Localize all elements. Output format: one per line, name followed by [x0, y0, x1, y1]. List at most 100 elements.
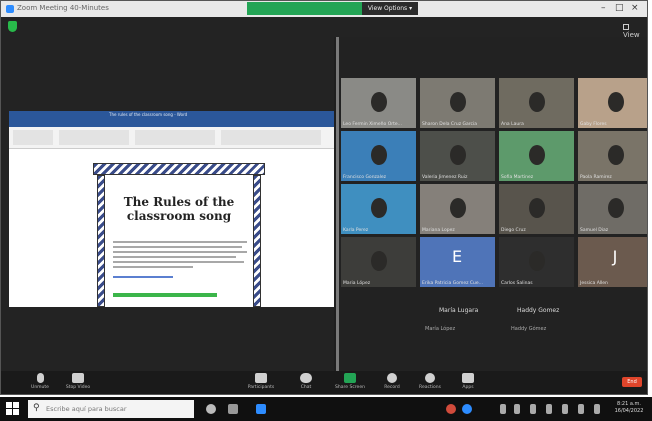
participant-tile[interactable]: Maria López	[341, 237, 416, 287]
share-screen-button[interactable]: Share Screen	[331, 373, 369, 390]
participant-tile[interactable]: E Erika Patricia Gomez Cue...	[420, 237, 495, 287]
clock-time: 8:21 a.m.	[617, 401, 641, 407]
microphone-icon	[36, 373, 44, 383]
ribbon-group	[13, 130, 53, 145]
unmute-label: Unmute	[31, 385, 49, 390]
zoom-taskbar-icon[interactable]	[256, 404, 266, 414]
participant-tile[interactable]: Carlos Salinas	[499, 237, 574, 287]
participant-video	[371, 198, 387, 218]
audio-participant-name: María Lugara	[439, 307, 479, 314]
task-view-icon[interactable]	[228, 404, 238, 414]
participant-name: Francisco Gonzalez	[343, 175, 387, 180]
chat-label: Chat	[300, 385, 312, 390]
volume-icon[interactable]	[594, 404, 600, 414]
taskbar-clock[interactable]: 8:21 a.m. 16/04/2022	[612, 401, 646, 415]
doc-title: The rules of the classroom song - Word	[109, 112, 188, 117]
participant-video	[371, 145, 387, 165]
record-label: Record	[384, 385, 400, 390]
apps-button[interactable]: Apps	[455, 373, 481, 390]
participant-tile[interactable]: Paola Ramirez	[578, 131, 647, 181]
audio-participant-name: Haddy Gomez	[517, 307, 560, 314]
taskbar-search-box[interactable]: ⚲	[28, 400, 194, 418]
participant-gallery: Leo Fermin Ximeño Orte... Sharon Dela Cr…	[339, 37, 647, 371]
participant-video	[450, 145, 466, 165]
tray-icon[interactable]	[514, 404, 520, 414]
tray-icon[interactable]	[530, 404, 536, 414]
participant-name: Valeria Jimenez Ruiz	[422, 175, 468, 180]
chat-button[interactable]: Chat	[293, 373, 319, 390]
participant-video	[608, 92, 624, 112]
participant-video	[608, 145, 624, 165]
word-ribbon	[9, 127, 334, 149]
participant-video	[529, 92, 545, 112]
participant-video	[529, 251, 545, 271]
share-screen-label: Share Screen	[335, 385, 365, 390]
unmute-button[interactable]: Unmute	[25, 373, 55, 390]
view-options-button[interactable]: View Options ▾	[362, 2, 418, 15]
reactions-icon	[425, 373, 435, 383]
zoom-app-taskbar-icon[interactable]	[462, 404, 472, 414]
participant-video	[529, 198, 545, 218]
ribbon-group	[135, 130, 215, 145]
shared-word-document: The rules of the classroom song - Word F…	[9, 111, 334, 307]
tray-icon[interactable]	[500, 404, 506, 414]
participants-icon	[255, 373, 267, 383]
participant-tile[interactable]: Leo Fermin Ximeño Orte...	[341, 78, 416, 128]
participant-tile[interactable]: Mariana Lopez	[420, 184, 495, 234]
audio-participant-subname: María López	[425, 326, 456, 332]
cortana-icon[interactable]	[206, 404, 216, 414]
participant-tile[interactable]: Gaby Flores	[578, 78, 647, 128]
participant-video	[608, 198, 624, 218]
chat-icon	[300, 373, 312, 383]
stop-video-label: Stop Video	[65, 385, 91, 390]
participant-tile[interactable]: Sofia Martinez	[499, 131, 574, 181]
wifi-icon[interactable]	[578, 404, 584, 414]
participants-button[interactable]: Participants	[241, 373, 281, 390]
record-button[interactable]: Record	[379, 373, 405, 390]
participant-name: Samuel Diaz	[580, 228, 609, 233]
maximize-icon[interactable]: □	[615, 3, 624, 13]
song-body-text	[113, 241, 247, 271]
video-camera-icon	[72, 373, 84, 383]
reactions-button[interactable]: Reactions	[415, 373, 445, 390]
participant-name: Leo Fermin Ximeño Orte...	[343, 122, 402, 127]
participant-video	[371, 251, 387, 271]
document-link[interactable]	[113, 276, 173, 278]
chrome-icon[interactable]	[446, 404, 456, 414]
participant-name: Karla Perez	[343, 228, 369, 233]
tray-icon[interactable]	[562, 404, 568, 414]
participant-tile[interactable]: J Jessica Allen	[578, 237, 647, 287]
participant-name: Diego Cruz	[501, 228, 526, 233]
participant-tile[interactable]: Samuel Diaz	[578, 184, 647, 234]
meeting-toolbar: Unmute Stop Video Participants Chat Shar…	[1, 371, 647, 394]
screen-share-banner	[247, 2, 362, 15]
taskbar-search-input[interactable]	[46, 403, 186, 415]
participant-tile[interactable]: Karla Perez	[341, 184, 416, 234]
record-icon	[387, 373, 397, 383]
close-icon[interactable]: ×	[631, 3, 639, 13]
participants-label: Participants	[247, 385, 275, 390]
participant-tile[interactable]: Ana Laura	[499, 78, 574, 128]
green-highlight-bar	[113, 293, 217, 297]
minimize-icon[interactable]: –	[601, 3, 606, 13]
word-ribbon-tabs: File Home Insert Design Layout Reference…	[9, 120, 334, 136]
clock-date: 16/04/2022	[614, 408, 644, 414]
shield-icon[interactable]	[8, 21, 17, 32]
tray-icon[interactable]	[546, 404, 552, 414]
participant-name: Sofia Martinez	[501, 175, 534, 180]
end-meeting-button[interactable]: End	[622, 377, 642, 387]
stop-video-button[interactable]: Stop Video	[61, 373, 95, 390]
participant-video	[450, 198, 466, 218]
participant-name: Paola Ramirez	[580, 175, 612, 180]
share-screen-icon	[344, 373, 356, 383]
participant-tile[interactable]: Francisco Gonzalez	[341, 131, 416, 181]
participant-name: Maria López	[343, 281, 371, 286]
participant-tile[interactable]: Sharon Dela Cruz Garcia	[420, 78, 495, 128]
participant-initial-avatar: E	[451, 247, 463, 266]
meeting-top-bar	[1, 17, 647, 37]
windows-start-icon[interactable]	[6, 402, 20, 416]
participant-tile[interactable]: Valeria Jimenez Ruiz	[420, 131, 495, 181]
reactions-label: Reactions	[419, 385, 441, 390]
participant-tile[interactable]: Diego Cruz	[499, 184, 574, 234]
participant-name: Sharon Dela Cruz Garcia	[422, 122, 478, 127]
